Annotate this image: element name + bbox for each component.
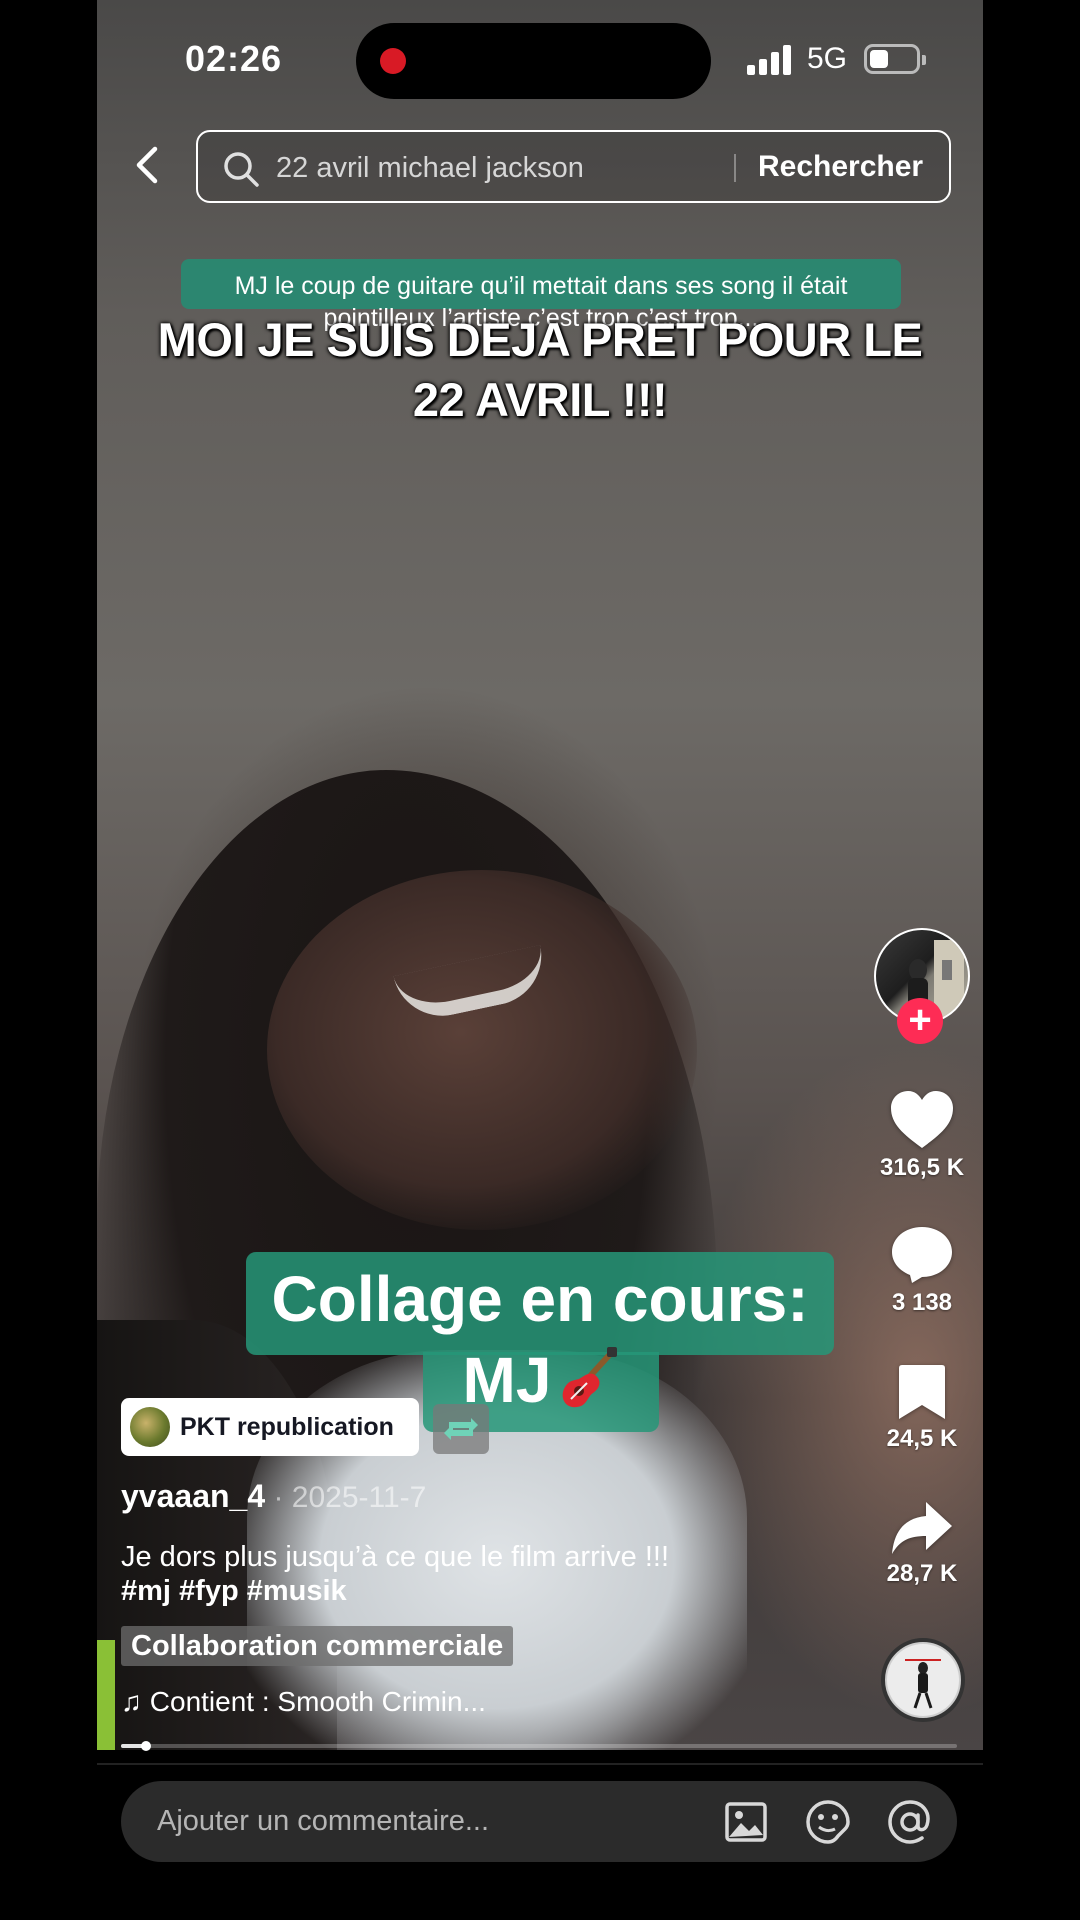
comment-input-bar[interactable]: Ajouter un commentaire... [121,1781,957,1862]
recording-indicator [380,48,406,74]
like-button[interactable]: 316,5 K [867,1090,977,1182]
network-type: 5G [807,42,848,75]
emoji-icon[interactable] [805,1799,851,1845]
comment-input[interactable]: Ajouter un commentaire... [157,1805,489,1838]
signal-icon [747,45,793,75]
music-info[interactable]: ♫ Contient : Smooth Crimin... [121,1686,486,1718]
heart-icon [891,1091,953,1148]
bookmark-icon [899,1365,945,1419]
username[interactable]: yvaaan_4 [121,1478,265,1514]
dynamic-island [356,23,711,99]
post-hashtags[interactable]: #mj #fyp #musik [121,1575,347,1608]
video-progress-bar[interactable] [121,1741,957,1751]
comment-icon [892,1227,952,1283]
battery-icon [864,44,926,74]
repost-label: PKT republication [180,1413,394,1441]
post-caption: Je dors plus jusqu’à ce que le film arri… [121,1541,670,1573]
search-divider [734,154,736,182]
status-time: 02:26 [185,38,283,79]
phone-screen: MJ le coup de guitare qu’il mettait dans… [97,0,983,1920]
video-headline: MOI JE SUIS DEJA PRET POUR LE 22 AVRIL !… [157,313,923,426]
back-button[interactable] [127,143,171,187]
post-date: · 2025-11-7 [265,1481,427,1514]
repost-avatar [130,1407,170,1447]
search-bar[interactable]: 22 avril michael jackson Rechercher [196,130,951,203]
save-button[interactable]: 24,5 K [867,1363,977,1453]
status-bar: 02:26 5G [97,0,983,120]
video-figure-face [267,870,697,1230]
image-icon[interactable] [723,1799,769,1845]
save-count: 24,5 K [886,1425,958,1452]
guitar-emoji [557,1345,619,1426]
video-green-edge [97,1640,115,1750]
repost-tag[interactable]: PKT republication [121,1398,419,1456]
comment-count: 3 138 [891,1289,953,1316]
bottom-divider [97,1763,983,1765]
like-count: 316,5 K [879,1154,965,1181]
search-icon [224,152,259,187]
music-note-icon: ♫ [121,1686,142,1717]
music-disc[interactable] [881,1638,965,1722]
comment-button[interactable]: 3 138 [867,1225,977,1317]
share-count: 28,7 K [886,1560,958,1587]
collab-badge[interactable]: Collaboration commerciale [121,1626,514,1666]
at-icon[interactable] [887,1799,933,1845]
follow-button[interactable]: + [897,998,943,1044]
post-author[interactable]: yvaaan_4 · 2025-11-7 [121,1478,426,1515]
search-input[interactable]: 22 avril michael jackson [276,152,584,185]
share-icon [892,1502,952,1554]
music-title: Contient : Smooth Crimin... [149,1686,486,1717]
share-button[interactable]: 28,7 K [867,1500,977,1588]
repost-icon[interactable] [433,1404,489,1454]
search-button[interactable]: Rechercher [758,150,923,184]
chevron-left-icon [136,146,158,184]
collage-text-line1: Collage en cours: [271,1263,809,1335]
